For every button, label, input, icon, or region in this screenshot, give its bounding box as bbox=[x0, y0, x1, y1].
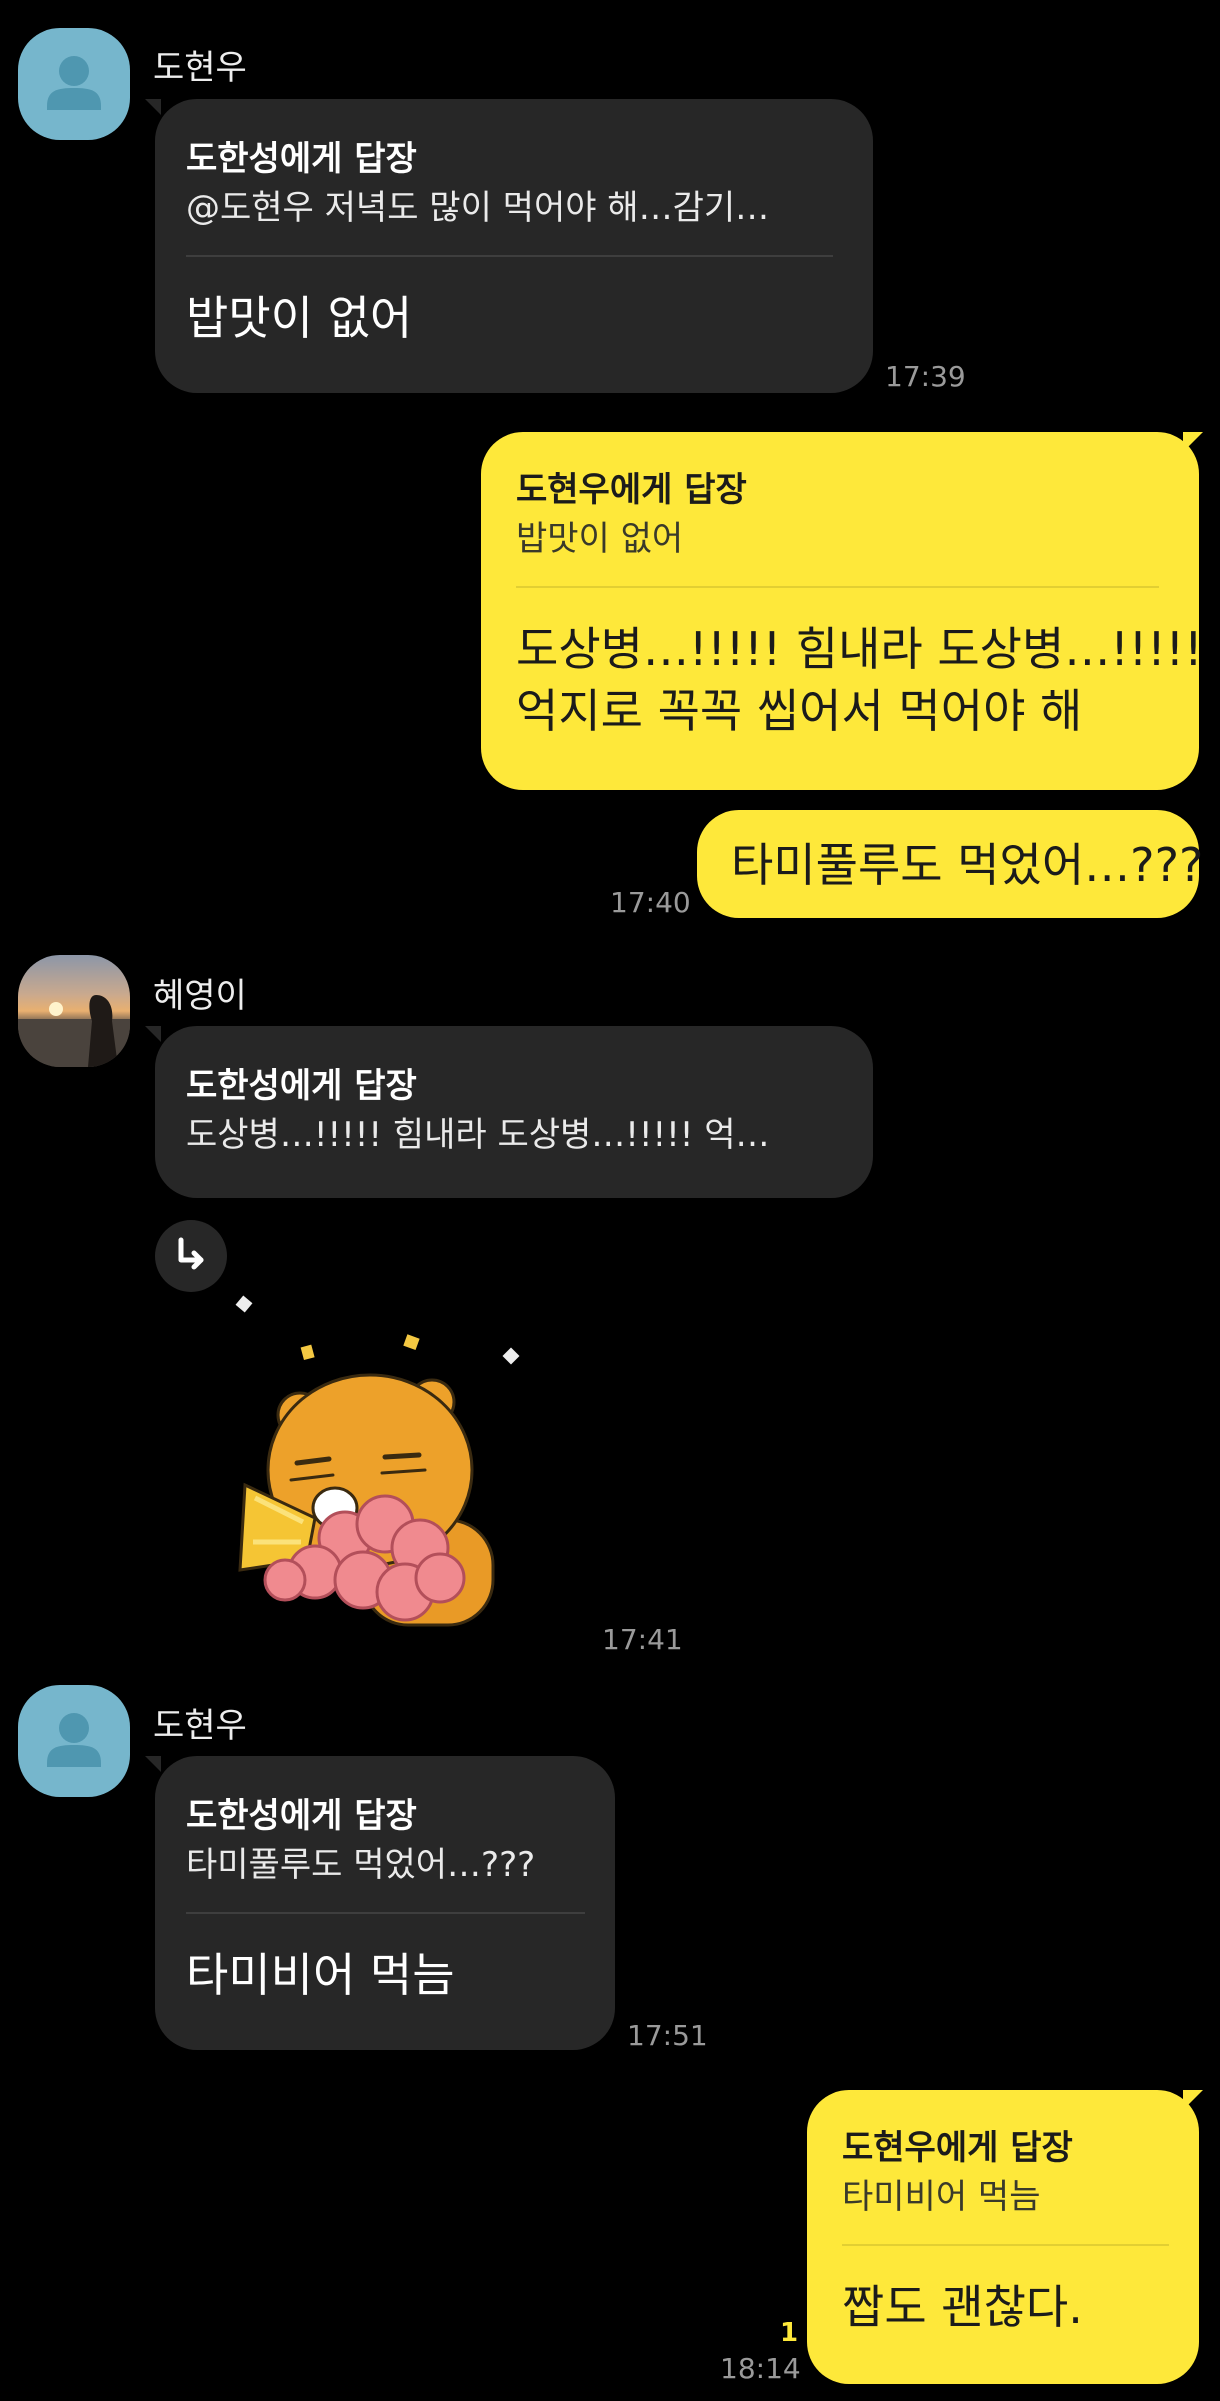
reply-divider bbox=[842, 2244, 1169, 2246]
reply-preview[interactable]: @도현우 저녁도 많이 먹어야 해…감기… bbox=[186, 183, 833, 233]
message-bubble-outgoing[interactable]: 도현우에게 답장 밥맛이 없어 도상병…!!!!! 힘내라 도상병…!!!!! … bbox=[481, 432, 1203, 790]
message-text: 타미비어 먹늠 bbox=[186, 1948, 455, 2002]
ryan-bear-sticker[interactable] bbox=[225, 1280, 545, 1660]
reply-arrow-icon[interactable] bbox=[155, 1220, 227, 1292]
reply-title: 도한성에게 답장 bbox=[186, 1066, 417, 1106]
person-icon bbox=[47, 56, 101, 110]
reply-preview[interactable]: 타미비어 먹늠 bbox=[842, 2172, 1169, 2222]
message-time: 17:41 bbox=[602, 1623, 683, 1656]
message-text: 밥맛이 없어 bbox=[186, 291, 413, 345]
reply-divider bbox=[186, 255, 833, 257]
message-text: 짭도 괜찮다. bbox=[842, 2280, 1083, 2334]
message-bubble[interactable]: 도한성에게 답장 도상병…!!!!! 힘내라 도상병…!!!!! 억… bbox=[155, 1026, 873, 1198]
reply-divider bbox=[516, 586, 1159, 588]
person-icon bbox=[47, 1713, 101, 1767]
message-bubble-outgoing[interactable]: 도현우에게 답장 타미비어 먹늠 짭도 괜찮다. bbox=[807, 2090, 1199, 2384]
avatar-dohyunwoo[interactable] bbox=[18, 28, 130, 140]
sender-name: 도현우 bbox=[153, 48, 247, 88]
message-time: 17:39 bbox=[885, 360, 966, 393]
bubble-tail bbox=[1183, 2090, 1203, 2110]
message-bubble[interactable]: 도한성에게 답장 타미풀루도 먹었어…??? 타미비어 먹늠 bbox=[155, 1756, 615, 2050]
sender-name: 혜영이 bbox=[153, 976, 247, 1016]
reply-title: 도현우에게 답장 bbox=[516, 470, 747, 510]
reply-preview[interactable]: 밥맛이 없어 bbox=[516, 514, 1159, 564]
avatar-hyeyoung[interactable] bbox=[18, 955, 130, 1067]
message-time: 17:40 bbox=[610, 886, 691, 919]
reply-divider bbox=[186, 1912, 585, 1914]
sender-name: 도현우 bbox=[153, 1706, 247, 1746]
unread-count-badge: 1 bbox=[780, 2318, 799, 2348]
message-text-line: 억지로 꼭꼭 씹어서 먹어야 해 bbox=[516, 684, 1083, 738]
reply-title: 도현우에게 답장 bbox=[842, 2128, 1073, 2168]
bubble-tail bbox=[1183, 432, 1203, 452]
reply-title: 도한성에게 답장 bbox=[186, 139, 417, 179]
message-bubble[interactable]: 도한성에게 답장 @도현우 저녁도 많이 먹어야 해…감기… 밥맛이 없어 bbox=[155, 99, 873, 393]
sunset-photo-icon bbox=[18, 995, 130, 1067]
message-bubble-outgoing[interactable]: 타미풀루도 먹었어…??? bbox=[697, 810, 1204, 918]
message-text-line: 도상병…!!!!! 힘내라 도상병…!!!!! bbox=[516, 622, 1203, 676]
reply-preview[interactable]: 도상병…!!!!! 힘내라 도상병…!!!!! 억… bbox=[186, 1110, 833, 1160]
message-text: 타미풀루도 먹었어…??? bbox=[731, 838, 1204, 892]
bubble-tail bbox=[145, 99, 161, 115]
message-time: 17:51 bbox=[627, 2019, 708, 2052]
reply-title: 도한성에게 답장 bbox=[186, 1796, 417, 1836]
bubble-tail bbox=[145, 1026, 161, 1042]
message-time: 18:14 bbox=[720, 2352, 801, 2385]
avatar-dohyunwoo[interactable] bbox=[18, 1685, 130, 1797]
bubble-tail bbox=[145, 1756, 161, 1772]
reply-preview[interactable]: 타미풀루도 먹었어…??? bbox=[186, 1840, 585, 1890]
